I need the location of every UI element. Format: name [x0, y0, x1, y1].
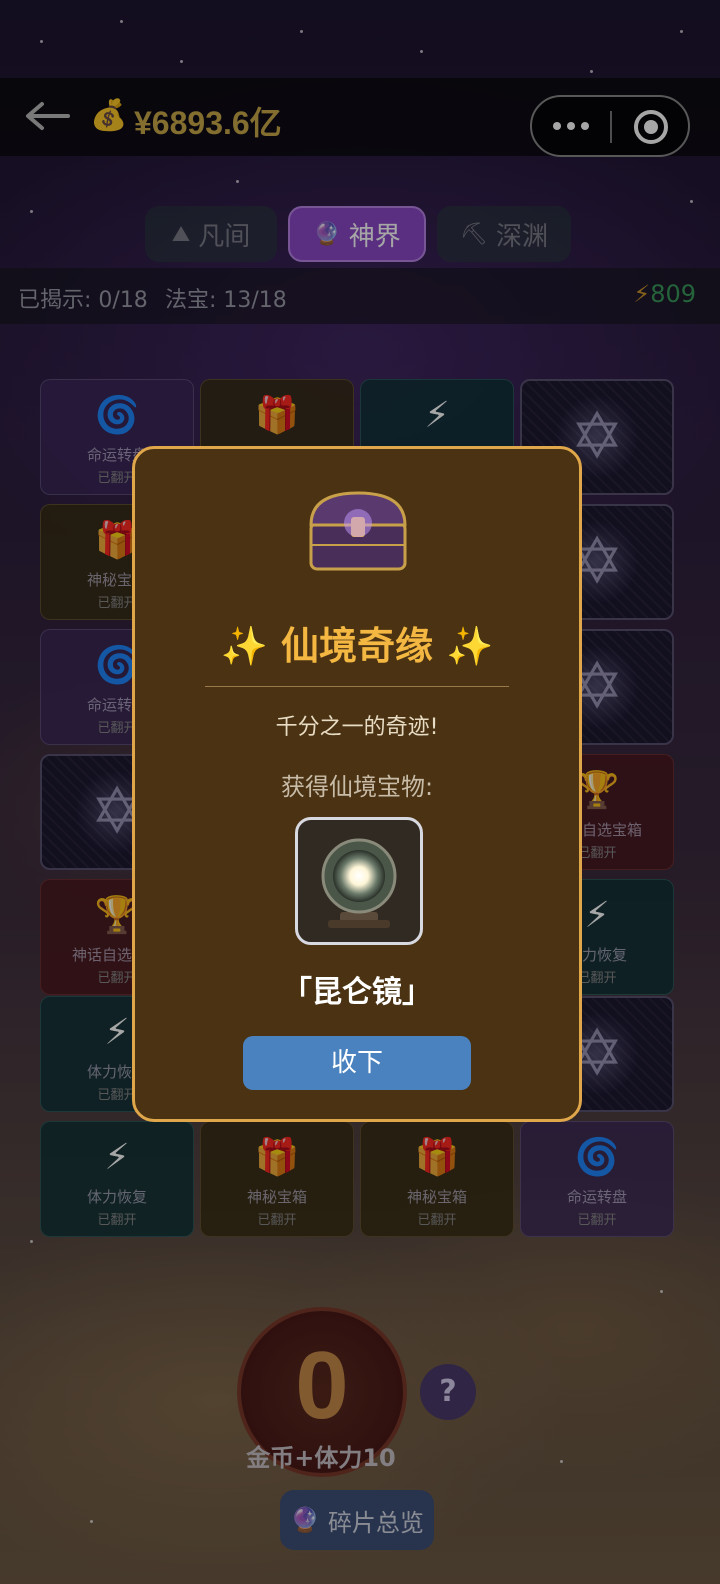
modal-title: ✨ 仙境奇缘 ✨: [220, 624, 494, 668]
reward-item-frame: [295, 817, 423, 945]
reward-modal: ✨ 仙境奇缘 ✨ 千分之一的奇迹! 获得仙境宝物: 「昆仑镜」 收下: [132, 446, 582, 1122]
modal-subtitle: 千分之一的奇迹!: [275, 715, 439, 740]
accept-button[interactable]: 收下: [243, 1036, 471, 1090]
mirror-orb-icon: [321, 838, 397, 928]
modal-divider: [205, 686, 509, 687]
reward-item-name: 「昆仑镜」: [282, 975, 432, 1010]
treasure-chest-icon: [303, 487, 413, 575]
obtained-label: 获得仙境宝物:: [280, 773, 434, 801]
